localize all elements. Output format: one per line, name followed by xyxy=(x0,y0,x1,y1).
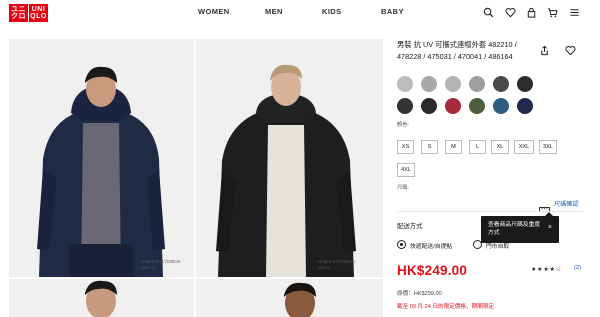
color-swatch[interactable] xyxy=(469,76,485,92)
product-page: ユニ クロ UNI QLO WOMEN MEN KIDS BABY Height… xyxy=(0,0,600,317)
size-option-l[interactable]: L xyxy=(469,140,486,154)
photo-caption: Height:6'1"/185cm Size:L xyxy=(318,259,355,270)
size-option-xs[interactable]: XS xyxy=(397,140,414,154)
color-swatch[interactable] xyxy=(445,98,461,114)
delivery-radio-courier[interactable] xyxy=(397,240,406,249)
menu-icon[interactable] xyxy=(569,7,580,18)
product-gallery: Height:5'11"/180cm Size:XL Height:6'1"/1… xyxy=(9,39,383,317)
color-swatch[interactable] xyxy=(397,76,413,92)
promo-text: 截至 09 月 24 日的限定價格，期間限定 xyxy=(397,304,494,310)
color-swatch[interactable] xyxy=(445,76,461,92)
nav-women[interactable]: WOMEN xyxy=(198,7,230,16)
logo-block-left: ユニ クロ xyxy=(9,4,28,22)
tooltip-arrow xyxy=(545,212,553,216)
color-swatch[interactable] xyxy=(493,76,509,92)
color-swatch[interactable] xyxy=(421,98,437,114)
size-option-4xl[interactable]: 4XL xyxy=(397,163,415,177)
divider xyxy=(397,211,583,212)
logo-text: QLO xyxy=(30,13,47,20)
color-swatch[interactable] xyxy=(517,98,533,114)
size-option-xxl[interactable]: XXL xyxy=(514,140,534,154)
heart-icon[interactable] xyxy=(505,7,516,18)
caption-size: Size:L xyxy=(318,264,331,270)
nav-baby[interactable]: BABY xyxy=(381,7,404,16)
close-icon[interactable]: × xyxy=(548,224,552,231)
product-photo-navy[interactable]: Height:5'11"/180cm Size:XL xyxy=(9,39,194,277)
product-photo-4[interactable] xyxy=(196,279,383,317)
top-header: ユニ クロ UNI QLO WOMEN MEN KIDS BABY xyxy=(0,0,600,26)
color-swatch[interactable] xyxy=(421,76,437,92)
caption-height: Height:5'11"/180cm xyxy=(141,259,181,264)
product-title: 男裝 抗 UV 可攜式連帽外套 482210 / 478228 / 475031… xyxy=(397,40,517,61)
size-option-3xl[interactable]: 3XL xyxy=(539,140,557,154)
caption-size: Size:XL xyxy=(141,264,157,270)
product-price: HK$249.00 xyxy=(397,263,468,278)
delivery-title: 配送方式 xyxy=(397,223,423,230)
product-photo-black[interactable]: Height:6'1"/185cm Size:L xyxy=(196,39,383,277)
product-photo-3[interactable] xyxy=(9,279,194,317)
size-label: 尺碼: xyxy=(397,185,409,191)
cart-icon[interactable] xyxy=(547,7,558,18)
size-guide-link[interactable]: 尺碼確認 xyxy=(554,199,579,208)
color-swatch[interactable] xyxy=(493,98,509,114)
color-swatch[interactable] xyxy=(397,98,413,114)
nav-kids[interactable]: KIDS xyxy=(322,7,342,16)
size-tooltip: 查看商品尺碼及重度方式 × xyxy=(481,212,559,243)
uniqlo-logo[interactable]: ユニ クロ UNI QLO xyxy=(9,4,48,22)
logo-block-right: UNI QLO xyxy=(29,4,48,22)
search-icon[interactable] xyxy=(483,7,494,18)
color-swatch[interactable] xyxy=(517,76,533,92)
rating-stars: ★★★★☆ xyxy=(531,267,562,273)
ruler-icon[interactable] xyxy=(539,200,550,212)
tooltip-text: 查看商品尺碼及重度方式 xyxy=(488,222,541,236)
share-icon[interactable] xyxy=(539,43,550,56)
favorite-icon[interactable] xyxy=(565,43,576,56)
user-icon[interactable] xyxy=(526,7,537,18)
photo-caption: Height:5'11"/180cm Size:XL xyxy=(141,259,180,270)
original-price: 原價：HK$299.00 xyxy=(397,291,442,297)
review-count-link[interactable]: (2) xyxy=(574,265,581,271)
caption-height: Height:6'1"/185cm xyxy=(318,259,356,264)
color-swatch[interactable] xyxy=(469,98,485,114)
color-label: 顏色: xyxy=(397,122,409,128)
size-option-s[interactable]: S xyxy=(421,140,438,154)
size-option-m[interactable]: M xyxy=(445,140,462,154)
logo-text: UNI xyxy=(31,6,46,13)
delivery-option-courier[interactable]: 快遞配送/自提點 xyxy=(410,241,452,250)
nav-men[interactable]: MEN xyxy=(265,7,283,16)
logo-text: ユニ xyxy=(11,6,26,13)
logo-text: クロ xyxy=(11,13,26,20)
size-option-xl[interactable]: XL xyxy=(491,140,509,154)
